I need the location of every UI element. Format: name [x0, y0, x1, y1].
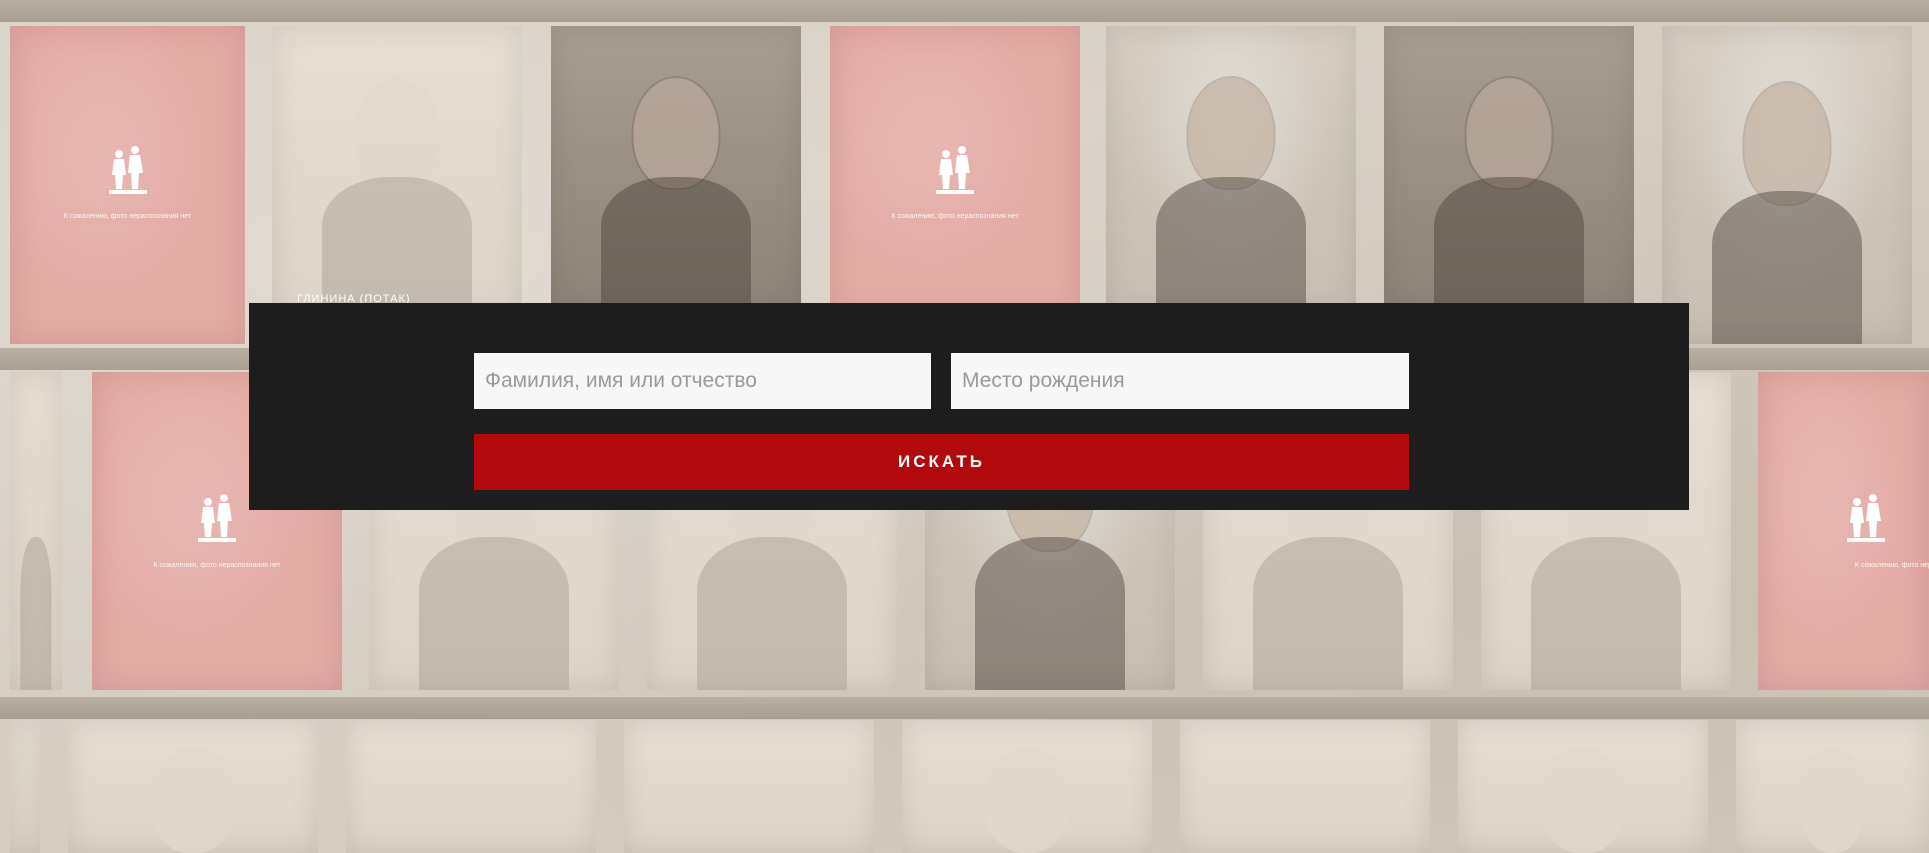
portrait-card [624, 720, 874, 853]
monument-icon [198, 494, 236, 542]
portrait-card [551, 26, 801, 316]
monument-icon [936, 146, 974, 194]
monument-icon [108, 146, 147, 194]
search-panel: ИСКАТЬ [249, 303, 1689, 510]
portrait-card [1458, 720, 1708, 853]
portrait-card [68, 720, 318, 853]
portrait-card [902, 720, 1152, 853]
placeholder-card: К сожалению, фото нераспознания нет [1758, 372, 1929, 690]
name-search-input[interactable] [474, 353, 931, 409]
birthplace-search-input[interactable] [951, 353, 1409, 409]
portrait-card [1106, 26, 1356, 316]
portrait-card [1384, 26, 1634, 316]
placeholder-caption: К сожалению, фото нераспознания нет [153, 562, 281, 569]
placeholder-caption: К сожалению, фото нераспознания нет [63, 213, 192, 220]
placeholder-caption: К сожалению, фото нераспознания нет [891, 213, 1019, 220]
portrait-card [346, 720, 596, 853]
portrait-card [10, 720, 40, 853]
search-button[interactable]: ИСКАТЬ [474, 434, 1409, 490]
wall-rail [0, 0, 1929, 22]
portrait-card [10, 372, 62, 690]
portrait-card [1662, 26, 1912, 344]
placeholder-card: К сожалению, фото нераспознания нет [830, 26, 1080, 316]
wall-rail [0, 697, 1929, 719]
placeholder-caption: К сожалению, фото нераспознания нет [1854, 562, 1929, 569]
portrait-card [1736, 720, 1929, 853]
portrait-card [272, 26, 522, 316]
monument-icon [1847, 494, 1885, 542]
placeholder-card: К сожалению, фото нераспознания нет [10, 26, 245, 344]
portrait-card [1180, 720, 1430, 853]
